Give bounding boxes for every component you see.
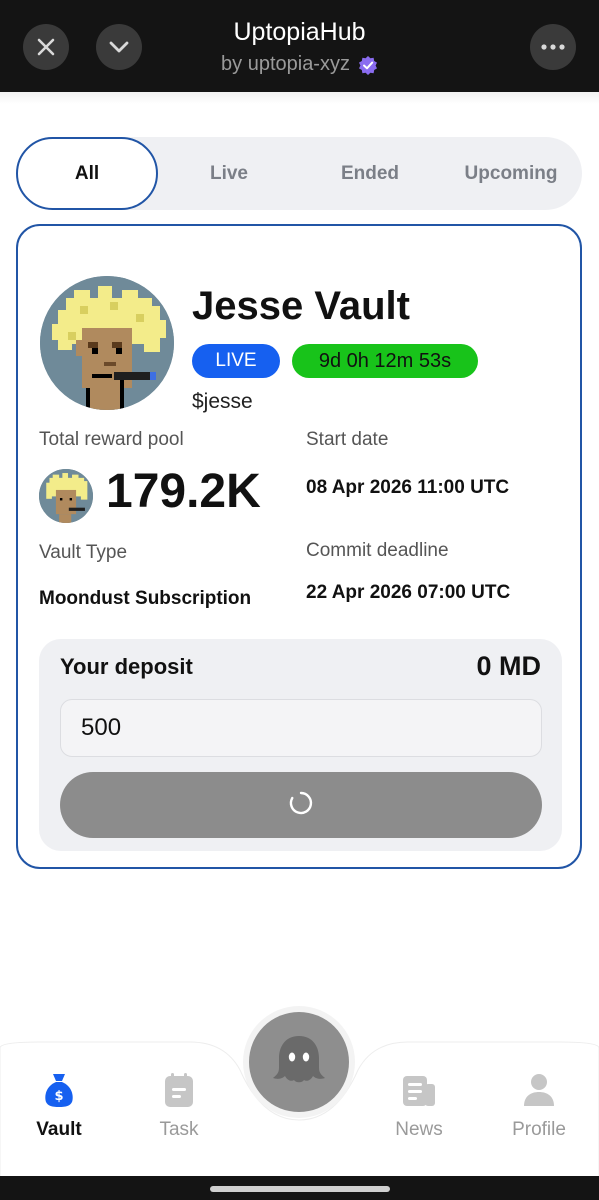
nav-vault-label: Vault [36, 1119, 82, 1140]
ghost-icon [269, 1032, 329, 1093]
profile-icon [522, 1072, 556, 1113]
status-badge: LIVE [192, 344, 280, 378]
vault-type-value: Moondust Subscription [39, 588, 252, 609]
reward-pool-value: 179.2K [106, 465, 261, 518]
loading-spinner-icon [288, 790, 314, 821]
deposit-value: 0 MD [476, 651, 541, 681]
page: UptopiaHub by uptopia-xyz All Live Ended… [0, 0, 599, 1200]
nav-profile[interactable]: Profile [494, 1072, 584, 1141]
token-ticker: $jesse [192, 390, 253, 413]
start-date-label: Start date [306, 429, 389, 450]
more-button[interactable] [530, 24, 576, 70]
nav-profile-label: Profile [512, 1119, 566, 1140]
vault-type-label: Vault Type [39, 542, 128, 563]
commit-deadline-label: Commit deadline [306, 540, 449, 561]
vault-title: Jesse Vault [192, 284, 410, 328]
deposit-label: Your deposit [60, 654, 193, 679]
header-shadow [0, 92, 599, 104]
countdown-badge: 9d 0h 12m 53s [292, 344, 478, 378]
start-date-value: 08 Apr 2026 11:00 UTC [306, 477, 510, 498]
filter-tabs: All Live Ended Upcoming [16, 137, 582, 210]
verified-icon [358, 55, 378, 75]
more-icon [541, 44, 565, 50]
tab-ended[interactable]: Ended [299, 137, 441, 210]
app-author: by uptopia-xyz [221, 53, 350, 75]
task-icon [163, 1072, 195, 1113]
deposit-submit-button[interactable] [60, 772, 542, 838]
commit-deadline-value: 22 Apr 2026 07:00 UTC [306, 582, 511, 603]
vault-avatar [40, 276, 174, 410]
deposit-panel: Your deposit 0 MD [39, 639, 562, 851]
app-subtitle: by uptopia-xyz [0, 53, 599, 76]
nav-news[interactable]: News [374, 1072, 464, 1141]
tab-live[interactable]: Live [158, 137, 300, 210]
home-indicator[interactable] [210, 1186, 390, 1192]
center-action-button[interactable] [249, 1012, 349, 1112]
reward-pool-label: Total reward pool [39, 429, 184, 450]
top-bar: UptopiaHub by uptopia-xyz [0, 0, 599, 92]
nav-task[interactable]: Task [134, 1072, 224, 1141]
tab-upcoming[interactable]: Upcoming [440, 137, 582, 210]
money-bag-icon: $ [42, 1072, 76, 1113]
pool-token-avatar [39, 469, 93, 523]
deposit-amount-input[interactable] [60, 699, 542, 757]
svg-text:$: $ [54, 1089, 63, 1104]
news-icon [401, 1072, 437, 1113]
nav-vault[interactable]: $ Vault [14, 1072, 104, 1141]
tab-all[interactable]: All [16, 137, 158, 210]
app-title: UptopiaHub [233, 18, 366, 46]
nav-news-label: News [395, 1119, 443, 1140]
vault-card[interactable]: Jesse Vault LIVE 9d 0h 12m 53s $jesse To… [16, 224, 582, 869]
nav-task-label: Task [159, 1119, 199, 1140]
